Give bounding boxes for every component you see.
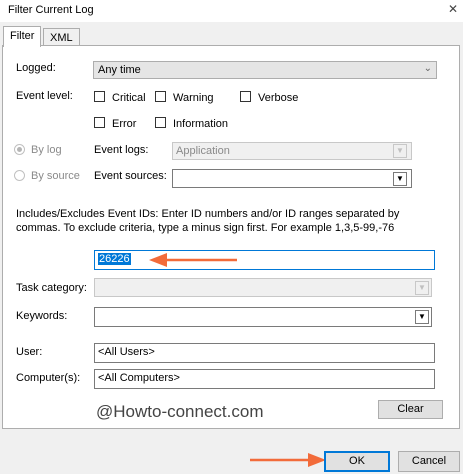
tab-filter[interactable]: Filter — [3, 26, 42, 47]
event-sources-label: Event sources: — [94, 170, 167, 182]
error-label: Error — [112, 118, 137, 130]
window-title: Filter Current Log — [8, 4, 94, 16]
event-logs-value: Application — [176, 145, 230, 157]
event-level-label: Event level: — [16, 90, 73, 102]
user-input[interactable]: <All Users> — [94, 343, 435, 363]
event-sources-field[interactable] — [172, 169, 412, 188]
by-log-label: By log — [31, 144, 62, 156]
warning-checkbox[interactable] — [155, 91, 166, 102]
event-id-value: 26226 — [98, 253, 131, 265]
computer-input[interactable]: <All Computers> — [94, 369, 435, 389]
verbose-checkbox[interactable] — [240, 91, 251, 102]
logged-value: Any time — [98, 64, 141, 76]
annotation-arrow-left — [149, 253, 237, 267]
event-sources-dropdown-icon[interactable]: ▼ — [393, 172, 407, 186]
critical-label: Critical — [112, 92, 146, 104]
information-label: Information — [173, 118, 229, 130]
warning-label: Warning — [173, 92, 214, 104]
annotation-arrow-right — [250, 453, 326, 467]
keywords-field[interactable] — [94, 307, 432, 327]
cancel-button[interactable]: Cancel — [398, 451, 460, 472]
task-category-dropdown-icon: ▼ — [415, 281, 429, 295]
event-logs-dropdown-icon: ▼ — [393, 144, 407, 158]
chevron-down-icon: ⌄ — [423, 63, 432, 74]
keywords-label: Keywords: — [16, 310, 68, 322]
critical-checkbox[interactable] — [94, 91, 105, 102]
computer-label: Computer(s): — [16, 372, 81, 384]
user-label: User: — [16, 346, 43, 358]
user-value: <All Users> — [98, 346, 155, 358]
computer-value: <All Computers> — [98, 372, 180, 384]
task-category-label: Task category: — [16, 282, 87, 294]
keywords-dropdown-icon[interactable]: ▼ — [415, 310, 429, 324]
event-logs-field: Application — [172, 142, 412, 160]
ok-button[interactable]: OK — [324, 451, 390, 472]
logged-label: Logged: — [16, 62, 56, 74]
by-source-radio[interactable] — [14, 170, 25, 181]
event-id-help-text: Includes/Excludes Event IDs: Enter ID nu… — [16, 208, 400, 234]
error-checkbox[interactable] — [94, 117, 105, 128]
information-checkbox[interactable] — [155, 117, 166, 128]
by-log-radio[interactable] — [14, 144, 25, 155]
task-category-field — [94, 278, 432, 297]
verbose-label: Verbose — [258, 92, 299, 104]
clear-button[interactable]: Clear — [378, 400, 443, 419]
by-source-label: By source — [31, 170, 80, 182]
watermark: @Howto-connect.com — [96, 402, 264, 421]
close-icon[interactable]: ✕ — [448, 2, 458, 16]
logged-select[interactable]: Any time ⌄ — [93, 61, 437, 79]
event-logs-label: Event logs: — [94, 144, 149, 156]
